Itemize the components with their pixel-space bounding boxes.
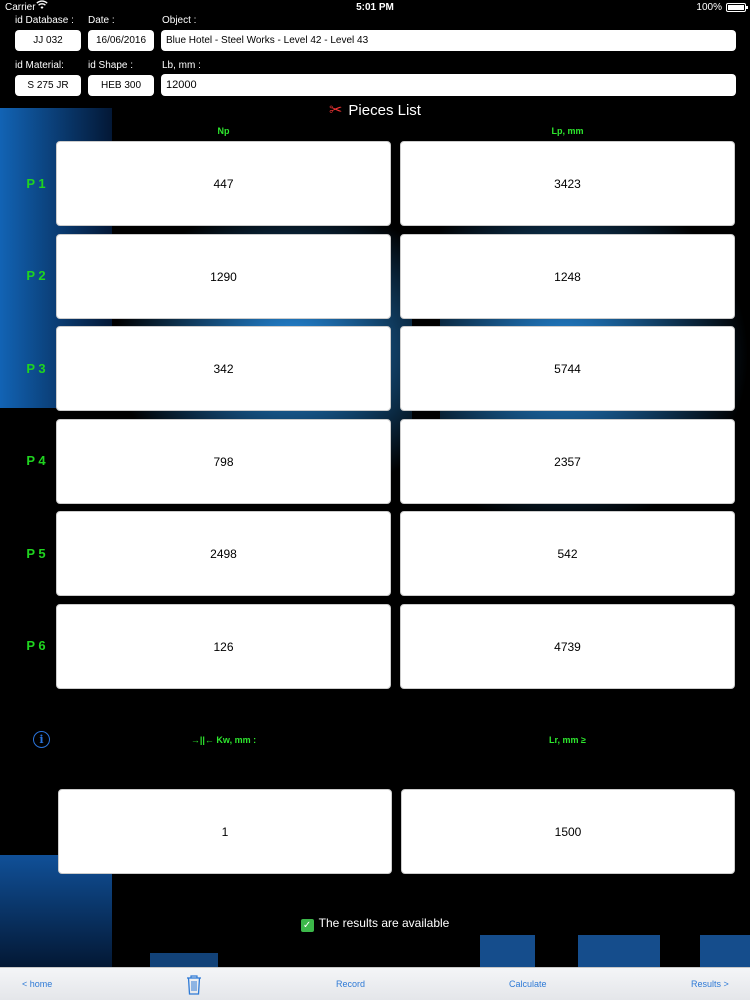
- object-label: Object :: [162, 15, 197, 26]
- id-shape-field[interactable]: HEB 300: [88, 75, 154, 96]
- kw-field[interactable]: 1: [58, 789, 392, 874]
- np-field-p1[interactable]: 447: [56, 141, 391, 226]
- trash-icon[interactable]: [184, 974, 204, 996]
- page-title-text: Pieces List: [348, 102, 421, 119]
- lp-field-p6[interactable]: 4739: [400, 604, 735, 689]
- lb-label: Lb, mm :: [162, 60, 201, 71]
- lp-field-p4[interactable]: 2357: [400, 419, 735, 504]
- row-label-p4: P 4: [26, 453, 46, 468]
- page-title: ✂ Pieces List: [0, 100, 750, 120]
- row-label-p1: P 1: [26, 176, 46, 191]
- results-status: ✓ The results are available: [0, 916, 750, 932]
- column-header-np: Np: [217, 126, 230, 136]
- id-shape-label: id Shape :: [88, 60, 134, 71]
- date-label: Date :: [88, 15, 115, 26]
- row-label-p6: P 6: [26, 638, 46, 653]
- battery-percent: 100%: [696, 2, 722, 13]
- kw-label: →||← Kw, mm :: [190, 735, 257, 745]
- np-field-p5[interactable]: 2498: [56, 511, 391, 596]
- clock: 5:01 PM: [356, 2, 394, 13]
- np-field-p6[interactable]: 126: [56, 604, 391, 689]
- column-header-lp: Lp, mm: [551, 126, 584, 136]
- row-label-p5: P 5: [26, 546, 46, 561]
- bottom-toolbar: < home Record Calculate Results >: [0, 967, 750, 1000]
- lr-field[interactable]: 1500: [401, 789, 735, 874]
- checkmark-icon: ✓: [300, 919, 314, 932]
- battery-icon: [726, 3, 748, 12]
- row-label-p2: P 2: [26, 268, 46, 283]
- lp-field-p5[interactable]: 542: [400, 511, 735, 596]
- object-field[interactable]: Blue Hotel - Steel Works - Level 42 - Le…: [161, 30, 736, 51]
- lb-field[interactable]: 12000: [161, 74, 736, 96]
- date-field[interactable]: 16/06/2016: [88, 30, 154, 51]
- lr-label: Lr, mm ≥: [549, 735, 586, 745]
- home-button[interactable]: < home: [22, 979, 52, 989]
- info-icon[interactable]: i: [33, 731, 50, 748]
- calculate-button[interactable]: Calculate: [509, 979, 547, 989]
- np-field-p4[interactable]: 798: [56, 419, 391, 504]
- results-button[interactable]: Results >: [691, 979, 729, 989]
- lp-field-p3[interactable]: 5744: [400, 326, 735, 411]
- id-material-label: id Material:: [15, 60, 64, 71]
- lp-field-p2[interactable]: 1248: [400, 234, 735, 319]
- id-material-field[interactable]: S 275 JR: [15, 75, 81, 96]
- np-field-p3[interactable]: 342: [56, 326, 391, 411]
- row-label-p3: P 3: [26, 361, 46, 376]
- results-status-text: The results are available: [318, 916, 450, 930]
- scissors-icon: ✂: [329, 102, 343, 119]
- lp-field-p1[interactable]: 3423: [400, 141, 735, 226]
- id-database-field[interactable]: JJ 032: [15, 30, 81, 51]
- status-bar: Carrier 5:01 PM 100%: [0, 0, 750, 16]
- record-button[interactable]: Record: [336, 979, 365, 989]
- id-database-label: id Database :: [15, 15, 74, 26]
- np-field-p2[interactable]: 1290: [56, 234, 391, 319]
